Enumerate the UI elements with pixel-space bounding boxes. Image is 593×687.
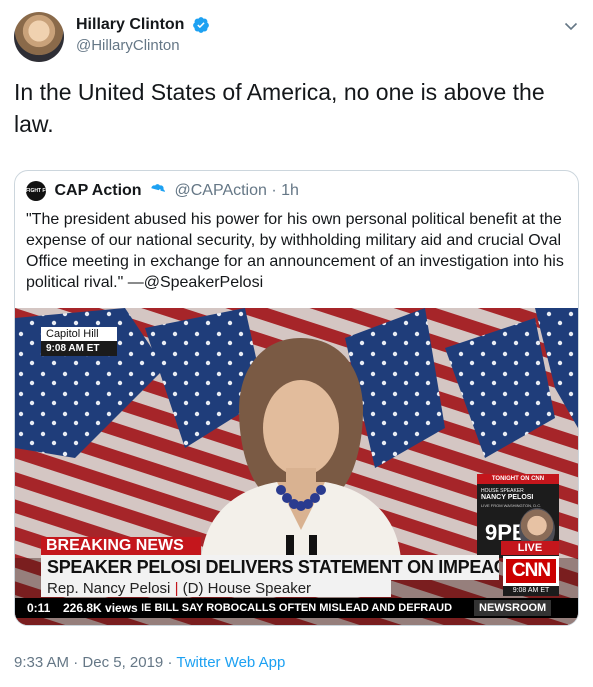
location-time: 9:08 AM ET [41, 341, 117, 356]
name-chyron: Rep. Nancy Pelosi | (D) House Speaker [41, 580, 391, 597]
name-separator: | [174, 580, 179, 597]
speaker-name: Rep. Nancy Pelosi [47, 580, 171, 597]
tweet-date[interactable]: Dec 5, 2019 [82, 654, 163, 671]
video-views: 226.8K views [59, 599, 142, 617]
tweet-meta: 9:33 AM · Dec 5, 2019 · Twitter Web App [14, 653, 285, 673]
speaker-figure-image [201, 338, 401, 560]
network-time: 9:08 AM ET [503, 586, 559, 596]
video-player[interactable]: Capitol Hill 9:08 AM ET TONIGHT ON CNN H… [15, 308, 578, 625]
promo-line3: LIVE FROM WASHINGTON, D.C. [481, 503, 542, 508]
breaking-news-label: BREAKING NEWS [41, 537, 201, 555]
quoted-author-avatar: FIGHT FOR PROGRESS [26, 181, 83, 201]
meta-separator: · [73, 654, 79, 671]
quoted-author-handle: @CAPAction [174, 182, 267, 199]
ticker-brand: NEWSROOM [474, 600, 552, 616]
tweet-text: In the United States of America, no one … [14, 79, 545, 137]
author-avatar[interactable] [14, 12, 64, 62]
speaker-title: (D) House Speaker [182, 580, 312, 597]
headline-chyron: SPEAKER PELOSI DELIVERS STATEMENT ON IMP… [41, 555, 499, 580]
author-display-name[interactable]: Hillary Clinton [76, 14, 184, 36]
promo-header: TONIGHT ON CNN [477, 474, 559, 484]
quoted-tweet-header: FIGHT FOR PROGRESS CAP Action @CAPAction… [26, 181, 299, 203]
meta-separator: · [167, 654, 173, 671]
tweet-source-link[interactable]: Twitter Web App [176, 654, 285, 671]
verified-badge-icon [151, 183, 165, 194]
verified-badge-icon [193, 17, 209, 33]
author-names: Hillary Clinton @HillaryClinton [76, 14, 210, 56]
chevron-down-icon[interactable] [563, 18, 579, 34]
quoted-tweet-time: · 1h [271, 182, 299, 199]
quoted-tweet-text: "The president abused his power for his … [26, 211, 564, 291]
cnn-logo-icon: CNN [503, 556, 559, 586]
ticker-text: IE BILL SAY ROBOCALLS OFTEN MISLEAD AND … [141, 602, 453, 614]
location-bug: Capitol Hill 9:08 AM ET [41, 327, 117, 357]
video-duration: 0:11 [23, 599, 55, 617]
author-handle[interactable]: @HillaryClinton [76, 36, 210, 56]
quoted-author-name: CAP Action [54, 182, 142, 199]
tweet-header: Hillary Clinton @HillaryClinton [14, 12, 579, 64]
location-label: Capitol Hill [41, 327, 117, 341]
live-tag: LIVE [501, 541, 559, 555]
cnn-logo-text: CNN [506, 559, 556, 583]
quoted-tweet-card[interactable]: FIGHT FOR PROGRESS CAP Action @CAPAction… [14, 170, 579, 626]
promo-line2: NANCY PELOSI [481, 494, 534, 501]
tweet-timestamp[interactable]: 9:33 AM [14, 654, 69, 671]
